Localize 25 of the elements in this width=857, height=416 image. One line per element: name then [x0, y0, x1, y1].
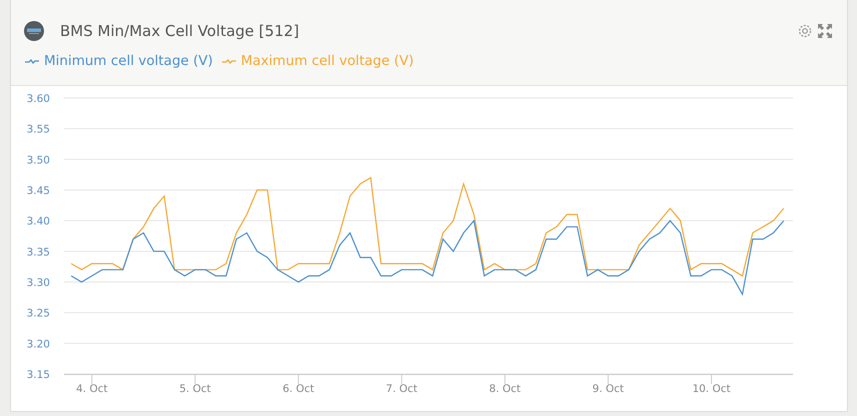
- x-axis-label: 8. Oct: [489, 383, 521, 395]
- settings-icon[interactable]: [797, 23, 813, 40]
- y-axis-label: 3.20: [26, 338, 50, 350]
- y-axis-label: 3.30: [26, 277, 50, 289]
- y-axis-label: 3.25: [26, 308, 50, 320]
- x-axis-label: 5. Oct: [179, 383, 211, 395]
- x-axis-label: 9. Oct: [592, 383, 624, 395]
- y-axis-label: 3.45: [26, 185, 50, 197]
- x-axis-label: 7. Oct: [386, 383, 418, 395]
- y-axis-label: 3.40: [26, 216, 50, 228]
- battery-icon: [24, 21, 44, 42]
- x-axis-label: 6. Oct: [282, 383, 314, 395]
- y-axis-label: 3.35: [26, 246, 50, 258]
- legend-label[interactable]: Minimum cell voltage (V): [44, 50, 213, 71]
- widget-title: BMS Min/Max Cell Voltage [512]: [60, 21, 300, 42]
- x-axis-label: 4. Oct: [76, 383, 108, 395]
- y-axis-label: 3.15: [26, 369, 50, 381]
- x-axis-label: 10. Oct: [692, 383, 731, 395]
- y-axis-label: 3.55: [26, 124, 50, 136]
- y-axis-label: 3.60: [26, 93, 50, 105]
- legend-label[interactable]: Maximum cell voltage (V): [240, 50, 414, 71]
- legend-line-icon: [220, 56, 237, 65]
- fullscreen-icon[interactable]: [817, 23, 833, 40]
- y-axis-label: 3.50: [26, 154, 50, 166]
- legend-line-icon: [24, 56, 40, 65]
